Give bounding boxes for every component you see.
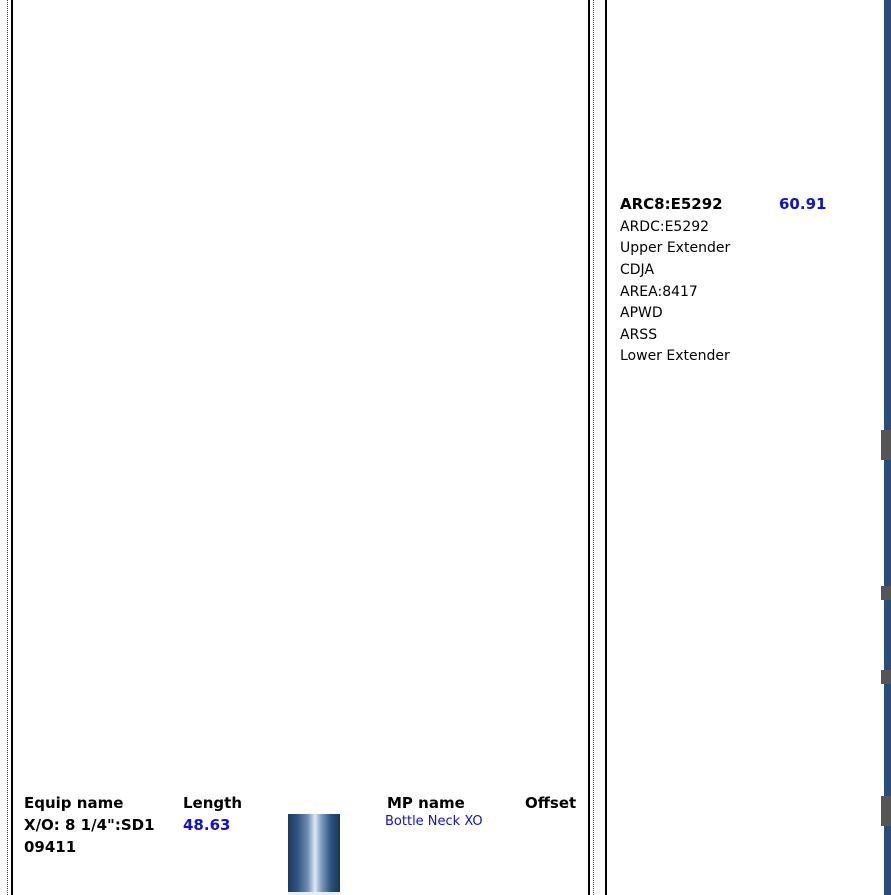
tool-title: ARC8:E5292 [620, 195, 723, 213]
tool-strip-mark [881, 586, 891, 600]
left-border [11, 0, 13, 895]
mp-name-header: MP name [387, 794, 465, 812]
tool-component: APWD [620, 305, 663, 321]
tool-component: ARDC:E5292 [620, 219, 710, 235]
tool-component: ARSS [620, 327, 658, 343]
tool-length-value: 60.91 [779, 195, 827, 213]
tool-strip-mark [881, 796, 891, 826]
tool-component: AREA:8417 [620, 284, 698, 300]
left-border-dotted [7, 0, 8, 895]
tool-component: CDJA [620, 262, 655, 278]
middle-border-dotted [593, 0, 594, 895]
middle-border-right [605, 0, 607, 895]
equip-name-cell: X/O: 8 1/4":SD1 [24, 816, 155, 834]
offset-header: Offset [525, 794, 577, 812]
tool-strip-mark [881, 670, 891, 684]
length-cell: 48.63 [183, 816, 231, 834]
equipment-tool-image [288, 814, 340, 895]
tool-component: Lower Extender [620, 348, 730, 364]
mp-name-cell: Bottle Neck XO [385, 814, 483, 829]
tool-strip-mark [881, 430, 891, 460]
middle-border-left [588, 0, 590, 895]
equip-name-header: Equip name [24, 794, 124, 812]
equip-name-cell-cont: 09411 [24, 838, 77, 856]
tool-component: Upper Extender [620, 240, 731, 256]
length-header: Length [183, 794, 242, 812]
